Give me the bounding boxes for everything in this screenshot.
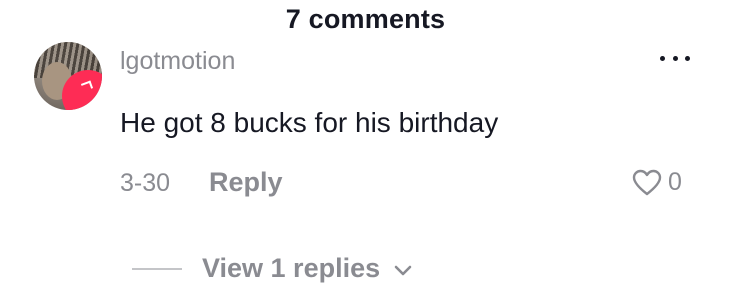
more-dot [685,55,690,61]
comments-count-title: 7 comments [285,4,446,34]
comment-text: He got 8 bucks for his birthday [120,107,499,138]
heart-icon [632,169,662,195]
replies-divider [132,267,182,270]
comment-date: 3-30 [120,169,171,197]
more-dot [672,55,678,61]
like-button[interactable]: 0 [632,168,682,197]
view-replies-button[interactable]: View 1 replies [132,253,412,284]
comment-username[interactable]: lgotmotion [120,47,235,76]
user-avatar[interactable] [34,42,102,110]
chevron-down-icon [394,265,412,275]
view-replies-label: View 1 replies [202,253,381,283]
more-dot [660,55,665,61]
like-count: 0 [668,168,682,196]
more-options-icon[interactable] [660,50,690,66]
reply-button[interactable]: Reply [209,167,283,198]
